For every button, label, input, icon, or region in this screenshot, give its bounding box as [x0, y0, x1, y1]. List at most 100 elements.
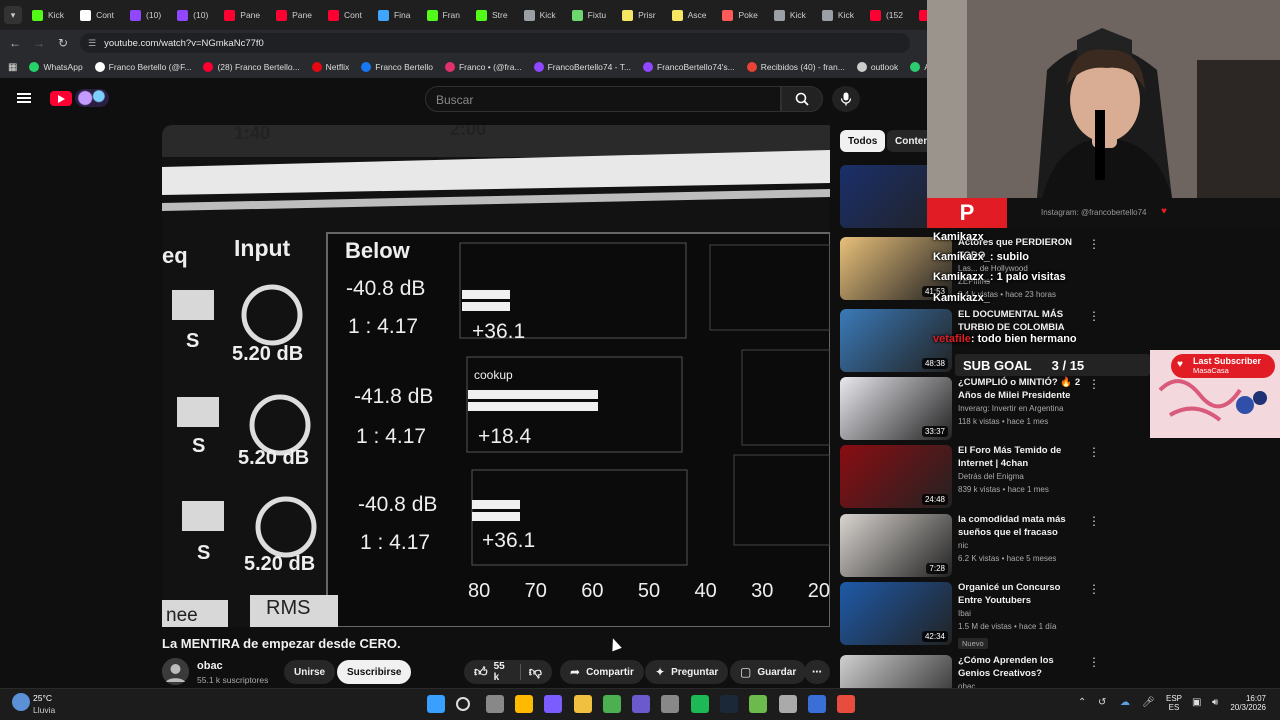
more-vertical-icon[interactable]: ⋮	[1088, 237, 1100, 251]
channel-avatar[interactable]	[162, 658, 189, 685]
video-thumbnail[interactable]: 24:48	[840, 445, 952, 508]
back-icon[interactable]: ←	[8, 36, 22, 50]
tray-cloud-icon[interactable]: ☁	[1120, 697, 1130, 708]
channel-name[interactable]: obac	[197, 660, 223, 672]
browser-tab[interactable]: (10)	[124, 2, 167, 28]
browser-tab[interactable]: Poke	[716, 2, 763, 28]
browser-tab[interactable]: Pane	[270, 2, 318, 28]
more-vertical-icon[interactable]: ⋮	[1088, 445, 1100, 459]
bookmark-item[interactable]: Franco • (@fra...	[444, 62, 522, 72]
browser-tab[interactable]: Cont	[322, 2, 368, 28]
app-icon[interactable]	[749, 695, 768, 713]
browser-tab[interactable]: Kick	[518, 2, 562, 28]
bookmark-item[interactable]: FrancoBertello74's...	[643, 62, 735, 72]
video-thumbnail[interactable]: 42:34	[840, 582, 952, 645]
clock[interactable]: 16:07 20/3/2026	[1230, 694, 1266, 712]
chrome-icon[interactable]	[837, 695, 856, 713]
video-title[interactable]: la comodidad mata más sueños que el frac…	[958, 514, 1084, 539]
share-button[interactable]: ➦ Compartir	[560, 660, 644, 684]
bookmark-item[interactable]: Netflix	[311, 62, 349, 72]
video-channel[interactable]: Inverarg: Invertir en Argentina	[958, 402, 1084, 415]
like-button[interactable]: 👍︎ 55 k	[474, 661, 512, 683]
related-video-item[interactable]: 42:34 Organicé un Concurso Entre Youtuber…	[840, 582, 1120, 649]
video-channel[interactable]: nic	[958, 539, 1084, 552]
video-title[interactable]: ¿Cómo Aprenden los Genios Creativos?	[958, 655, 1084, 680]
site-info-icon[interactable]: ☰	[88, 38, 96, 49]
bookmark-item[interactable]: WhatsApp	[29, 62, 83, 72]
volume-icon[interactable]: 🔊︎	[1212, 697, 1218, 708]
forward-icon[interactable]: →	[32, 36, 46, 50]
app-icon[interactable]	[807, 695, 826, 713]
video-channel[interactable]: Ibai	[958, 607, 1084, 620]
video-player[interactable]: 1:40 2:00 eq Input Below -40.8 dB 1 : 4.…	[162, 125, 830, 627]
more-vertical-icon[interactable]: ⋮	[1088, 309, 1100, 323]
tray-chevron-icon[interactable]: ⌃	[1078, 697, 1086, 708]
weather-icon[interactable]	[12, 693, 30, 711]
subscribe-button[interactable]: Suscribirse	[337, 660, 412, 684]
windows-start-icon[interactable]	[427, 695, 445, 713]
video-thumbnail[interactable]: 7:28	[840, 514, 952, 577]
video-title[interactable]: ¿CUMPLIÓ o MINTIÓ? 🔥 2 Años de Milei Pre…	[958, 377, 1084, 402]
browser-tab[interactable]: Fixtu	[566, 2, 612, 28]
browser-tab[interactable]: Kick	[768, 2, 812, 28]
save-button[interactable]: ▢ Guardar	[730, 660, 807, 684]
browser-tab[interactable]: (152	[864, 2, 909, 28]
browser-tab[interactable]: (10)	[171, 2, 214, 28]
browser-tab[interactable]: Pane	[218, 2, 266, 28]
video-title[interactable]: Organicé un Concurso Entre Youtubers	[958, 582, 1084, 607]
browser-tab[interactable]: Asce	[666, 2, 713, 28]
video-thumbnail[interactable]: 33:37	[840, 377, 952, 440]
weather-temperature[interactable]: 25°C	[33, 693, 52, 703]
more-vertical-icon[interactable]: ⋮	[1088, 514, 1100, 528]
address-bar[interactable]: ☰ youtube.com/watch?v=NGmkaNc77f0	[80, 33, 910, 53]
video-channel[interactable]: Detrás del Enigma	[958, 470, 1084, 483]
tab-search-button[interactable]: ▾	[4, 6, 22, 24]
task-view-icon[interactable]	[485, 695, 504, 713]
app-icon[interactable]	[778, 695, 797, 713]
browser-tab[interactable]: Prisr	[616, 2, 661, 28]
weather-description[interactable]: Lluvia	[33, 705, 55, 715]
browser-tab[interactable]: Fina	[372, 2, 417, 28]
store-icon[interactable]	[514, 695, 533, 713]
youtube-logo-icon[interactable]	[50, 91, 72, 106]
chrome-icon[interactable]	[602, 695, 621, 713]
app-icon[interactable]	[544, 695, 563, 713]
hamburger-menu-icon[interactable]	[17, 93, 31, 103]
messenger-icon[interactable]	[632, 695, 651, 713]
app-icon[interactable]	[661, 695, 680, 713]
more-vertical-icon[interactable]: ⋮	[1088, 655, 1100, 669]
join-button[interactable]: Unirse	[284, 660, 336, 684]
steam-icon[interactable]	[720, 695, 738, 713]
spotify-icon[interactable]	[690, 695, 709, 713]
file-explorer-icon[interactable]	[573, 695, 592, 713]
video-title[interactable]: EL DOCUMENTAL MÁS TURBIO DE COLOMBIA	[958, 309, 1084, 334]
browser-tab[interactable]: Cont	[74, 2, 120, 28]
bookmark-item[interactable]: Franco Bertello	[361, 62, 433, 72]
reload-icon[interactable]: ↻	[56, 36, 70, 50]
search-input[interactable]: Buscar	[425, 86, 781, 112]
bookmark-item[interactable]: outlook	[856, 62, 898, 72]
ask-button[interactable]: ✦ Preguntar	[645, 660, 729, 684]
more-vertical-icon[interactable]: ⋮	[1088, 582, 1100, 596]
browser-tab[interactable]: Stre	[470, 2, 514, 28]
youtube-doodle-icon[interactable]	[75, 89, 109, 107]
bookmark-item[interactable]: Franco Bertello (@F...	[94, 62, 191, 72]
more-actions-button[interactable]: ⋯	[804, 660, 830, 684]
network-icon[interactable]: ▣	[1192, 697, 1201, 708]
dislike-button[interactable]: 👎︎	[529, 664, 542, 680]
related-video-item[interactable]: 7:28 la comodidad mata más sueños que el …	[840, 514, 1120, 578]
browser-tab[interactable]: Kick	[26, 2, 70, 28]
chip-all[interactable]: Todos	[840, 130, 886, 152]
related-video-item[interactable]: 24:48 El Foro Más Temido de Internet | 4c…	[840, 445, 1120, 509]
bookmark-item[interactable]: (28) Franco Bertello...	[203, 62, 300, 72]
language-indicator[interactable]: ESP ES	[1166, 694, 1182, 712]
tray-sync-icon[interactable]: ↺	[1098, 697, 1106, 708]
apps-grid-icon[interactable]: ▦	[8, 62, 17, 73]
tray-mic-icon[interactable]: 🎤︎	[1142, 697, 1155, 708]
voice-search-button[interactable]	[832, 86, 860, 112]
bookmark-item[interactable]: Recibidos (40) - fran...	[746, 62, 845, 72]
browser-tab[interactable]: Kick	[816, 2, 860, 28]
search-button[interactable]	[781, 86, 823, 112]
video-thumbnail[interactable]: 41:53	[840, 237, 952, 300]
more-vertical-icon[interactable]: ⋮	[1088, 377, 1100, 391]
